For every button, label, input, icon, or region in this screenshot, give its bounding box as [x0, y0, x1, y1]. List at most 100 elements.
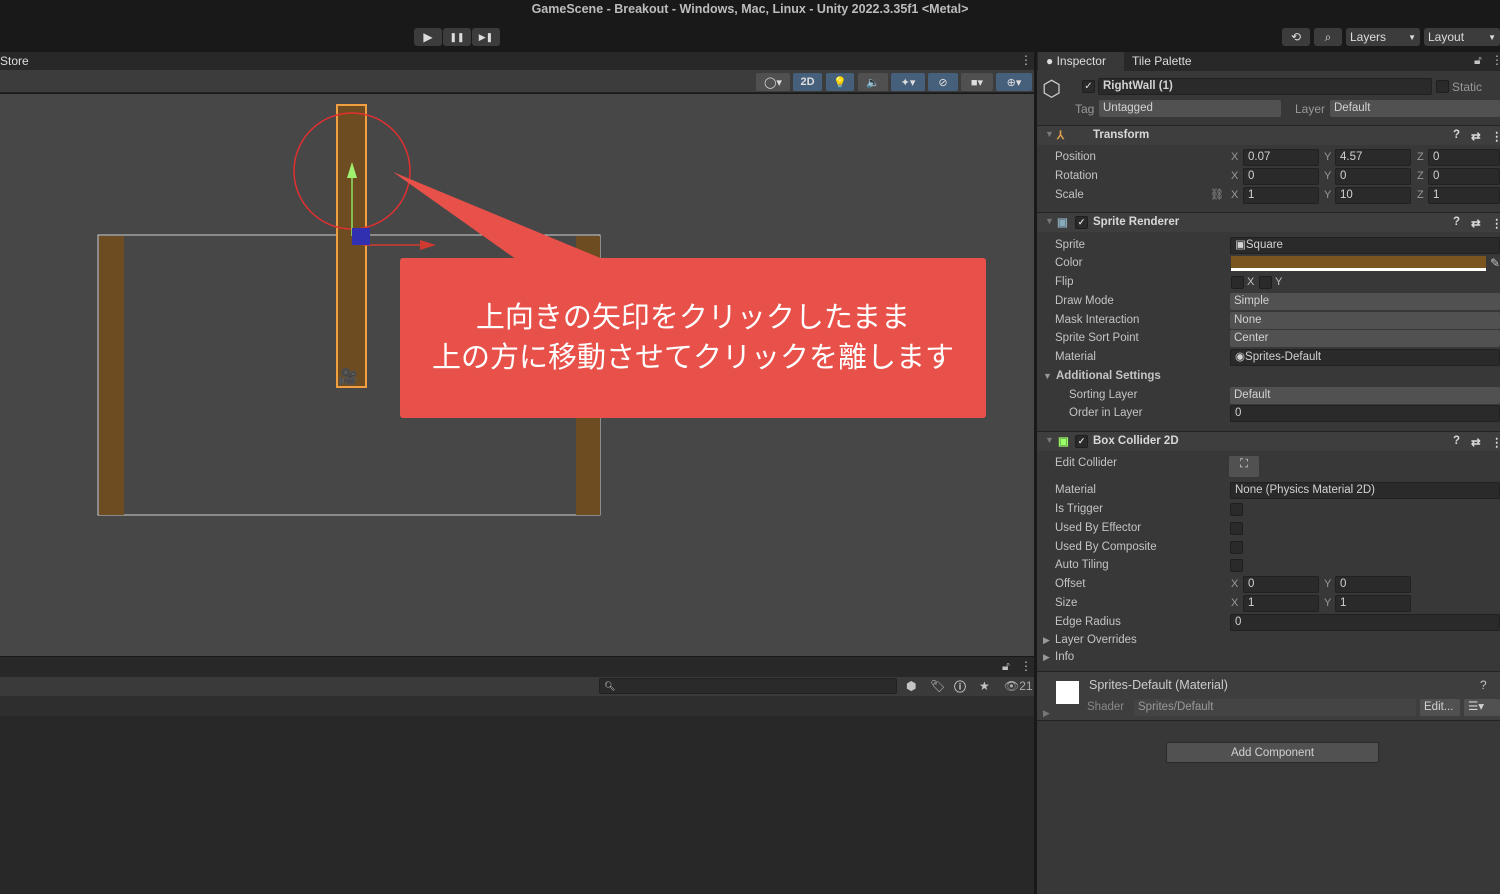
scale-x[interactable]: 1	[1243, 187, 1319, 204]
audio-icon[interactable]: 🔈	[858, 73, 888, 91]
object-name-input[interactable]: RightWall (1)	[1098, 78, 1432, 95]
chevron-down-icon: ▼	[1408, 32, 1416, 42]
additional-settings-foldout[interactable]: Additional Settings	[1056, 370, 1161, 382]
order-in-layer-input[interactable]: 0	[1230, 405, 1500, 422]
more-icon[interactable]: ⋮	[1491, 435, 1500, 449]
foldout-icon[interactable]: ▶	[1043, 635, 1050, 646]
help-icon[interactable]: ?	[1453, 129, 1460, 141]
window-title: GameScene - Breakout - Windows, Mac, Lin…	[531, 2, 969, 16]
visibility-count[interactable]: 👁︎21	[1004, 679, 1033, 693]
shader-dropdown[interactable]: Sprites/Default	[1134, 699, 1416, 716]
position-x[interactable]: 0.07	[1243, 149, 1319, 166]
box-collider-header[interactable]: ▼ ▣ ✓ Box Collider 2D? ⇄ ⋮	[1037, 431, 1500, 451]
foldout-icon[interactable]: ▶	[1043, 652, 1050, 663]
sprite-renderer-header[interactable]: ▼ ▣ ✓ Sprite Renderer? ⇄ ⋮	[1037, 212, 1500, 232]
warning-icon[interactable]: ⓘ	[954, 678, 966, 695]
2d-toggle[interactable]: 2D	[793, 73, 822, 91]
more-icon[interactable]: ⋮	[1491, 216, 1500, 230]
auto-tiling-checkbox[interactable]	[1230, 559, 1243, 572]
active-checkbox[interactable]: ✓	[1082, 80, 1095, 93]
offset-y[interactable]: 0	[1335, 576, 1411, 593]
search-icon[interactable]: ⌕	[1314, 28, 1342, 46]
material-field[interactable]: ◉Sprites-Default	[1230, 349, 1500, 366]
physics-material-field[interactable]: None (Physics Material 2D)	[1230, 482, 1500, 499]
sprite-field[interactable]: ▣Square	[1230, 237, 1500, 254]
gameobject-icon[interactable]: ⬡	[1042, 76, 1061, 102]
presets-icon[interactable]: ⇄	[1471, 435, 1481, 449]
static-checkbox[interactable]	[1436, 80, 1449, 93]
transform-header[interactable]: ▼ ⅄ Transform? ⇄ ⋮	[1037, 125, 1500, 145]
layer-overrides-foldout[interactable]: Layer Overrides	[1055, 634, 1137, 646]
size-x[interactable]: 1	[1243, 595, 1319, 612]
shader-options-icon[interactable]: ☰▾	[1464, 699, 1500, 716]
more-icon[interactable]: ⋮	[1020, 53, 1032, 67]
position-y[interactable]: 4.57	[1335, 149, 1411, 166]
help-icon[interactable]: ?	[1480, 678, 1487, 692]
history-icon[interactable]: ⟲	[1282, 28, 1310, 46]
gizmos-icon[interactable]: ⊕▾	[996, 73, 1032, 91]
foldout-icon[interactable]: ▼	[1043, 371, 1052, 381]
edit-shader-button[interactable]: Edit...	[1420, 699, 1460, 716]
position-z[interactable]: 0	[1428, 149, 1500, 166]
layout-dropdown[interactable]: Layout ▼	[1424, 28, 1500, 46]
offset-x[interactable]: 0	[1243, 576, 1319, 593]
more-icon[interactable]: ⋮	[1020, 659, 1032, 673]
search-input[interactable]: 🔍︎	[599, 678, 897, 694]
draw-mode-dropdown[interactable]: Simple	[1230, 293, 1500, 310]
more-icon[interactable]: ⋮	[1491, 53, 1500, 67]
search-icon: 🔍︎	[604, 681, 616, 691]
callout-line-2: 上の方に移動させてクリックを離します	[431, 342, 954, 374]
edge-radius-input[interactable]: 0	[1230, 614, 1500, 631]
is-trigger-checkbox[interactable]	[1230, 503, 1243, 516]
lock-icon[interactable]: 🔓︎	[1474, 53, 1482, 68]
help-icon[interactable]: ?	[1453, 435, 1460, 447]
add-component-button[interactable]: Add Component	[1166, 742, 1379, 763]
color-swatch[interactable]	[1231, 256, 1486, 271]
layers-dropdown[interactable]: Layers ▼	[1346, 28, 1420, 46]
lock-icon[interactable]: 🔓︎	[1002, 659, 1010, 674]
filter-icon[interactable]: ⬢	[906, 679, 916, 693]
flip-x-checkbox[interactable]	[1231, 276, 1244, 289]
rotation-y[interactable]: 0	[1335, 168, 1411, 185]
used-by-composite-checkbox[interactable]	[1230, 541, 1243, 554]
eyedropper-icon[interactable]: ✎	[1490, 256, 1500, 270]
tag-icon[interactable]: 🏷︎	[930, 679, 945, 693]
layer-dropdown[interactable]: Default	[1330, 100, 1500, 117]
foldout-icon[interactable]: ▶	[1043, 708, 1050, 719]
edit-collider-button[interactable]: ⛶	[1229, 456, 1259, 477]
info-foldout[interactable]: Info	[1055, 651, 1074, 663]
enabled-checkbox[interactable]: ✓	[1075, 435, 1088, 448]
scale-z[interactable]: 1	[1428, 187, 1500, 204]
star-icon[interactable]: ★	[979, 679, 990, 693]
size-y[interactable]: 1	[1335, 595, 1411, 612]
flip-y-checkbox[interactable]	[1259, 276, 1272, 289]
more-icon[interactable]: ⋮	[1491, 129, 1500, 143]
play-button[interactable]: ▶	[414, 28, 442, 46]
effects-icon[interactable]: ✦▾	[891, 73, 925, 91]
tab-store[interactable]: Store	[0, 54, 29, 68]
enabled-checkbox[interactable]: ✓	[1075, 216, 1088, 229]
presets-icon[interactable]: ⇄	[1471, 129, 1481, 143]
tab-inspector[interactable]: ● Inspector	[1038, 52, 1124, 71]
hidden-objects-icon[interactable]: ⊘	[928, 73, 958, 91]
constrain-proportions-icon[interactable]: ⛓︎	[1210, 188, 1224, 201]
rotation-z[interactable]: 0	[1428, 168, 1500, 185]
used-by-effector-checkbox[interactable]	[1230, 522, 1243, 535]
presets-icon[interactable]: ⇄	[1471, 216, 1481, 230]
selected-wall	[336, 104, 367, 388]
rotation-x[interactable]: 0	[1243, 168, 1319, 185]
mask-interaction-dropdown[interactable]: None	[1230, 312, 1500, 329]
scale-y[interactable]: 10	[1335, 187, 1411, 204]
help-icon[interactable]: ?	[1453, 216, 1460, 228]
sort-point-dropdown[interactable]: Center	[1230, 330, 1500, 347]
move-x-arrow	[420, 240, 436, 250]
pause-button[interactable]: ❚❚	[443, 28, 471, 46]
lighting-icon[interactable]: 💡	[826, 73, 854, 91]
layout-label: Layout	[1428, 30, 1465, 44]
shading-mode-button[interactable]: ◯▾	[756, 73, 790, 91]
tag-dropdown[interactable]: Untagged	[1099, 100, 1281, 117]
step-button[interactable]: ▶❚	[472, 28, 500, 46]
camera-icon[interactable]: ■▾	[961, 73, 993, 91]
tab-tile-palette[interactable]: Tile Palette	[1132, 54, 1192, 68]
sorting-layer-dropdown[interactable]: Default	[1230, 387, 1500, 404]
